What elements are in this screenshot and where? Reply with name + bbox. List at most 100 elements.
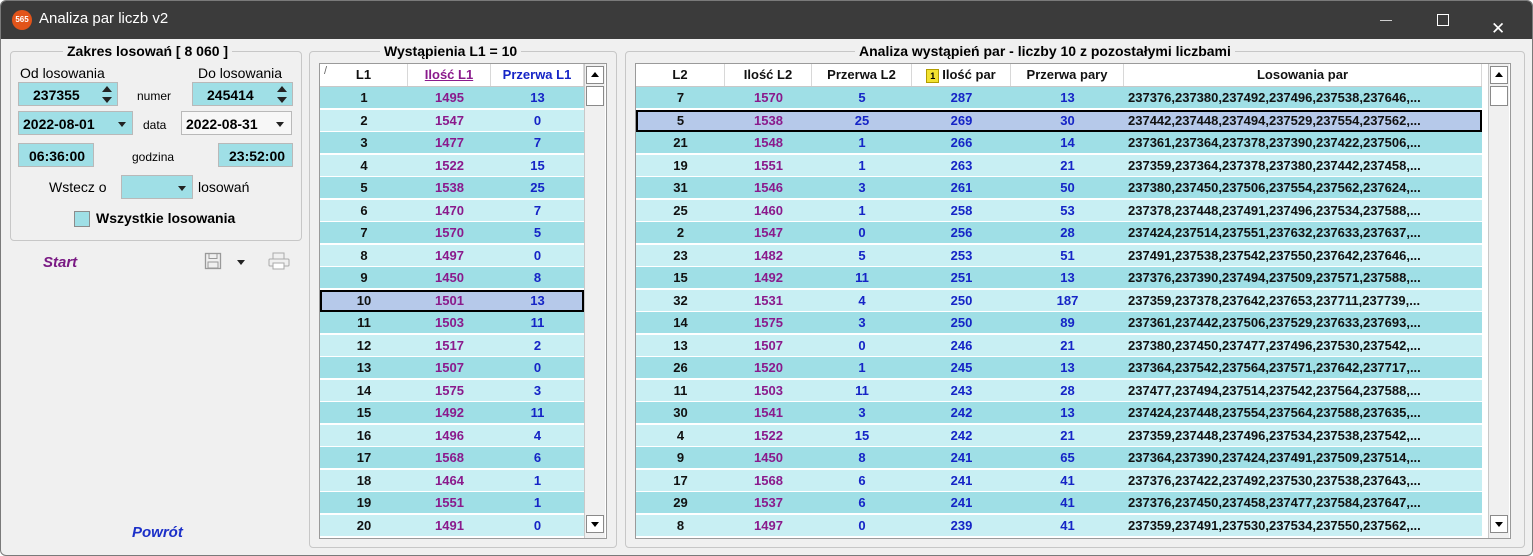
cell-gap-l2: 6 bbox=[858, 472, 866, 488]
occurrences-scrollbar[interactable] bbox=[584, 64, 605, 538]
occurrences-table[interactable]: / L1 Ilość L1 Przerwa L1 1 1495 13 2 1547 0 3 1… bbox=[319, 63, 607, 539]
occurrence-row[interactable]: 11 1503 11 bbox=[320, 312, 584, 334]
pair-row[interactable]: 5 1538 25 269 30 237442,237448,237494,237529,… bbox=[636, 109, 1482, 132]
cell-gap-l1: 13 bbox=[530, 90, 545, 105]
back-count-select[interactable] bbox=[121, 175, 193, 199]
col-header-l2[interactable]: L2 bbox=[636, 64, 725, 86]
cell-l1: 4 bbox=[360, 157, 368, 173]
pair-row[interactable]: 23 1482 5 253 51 237491,237538,237542,237550,… bbox=[636, 244, 1482, 267]
to-date-field[interactable]: 2022-08-31 bbox=[181, 111, 292, 135]
cell-gap-l1: 6 bbox=[533, 450, 542, 465]
close-button[interactable]: ✕ bbox=[1475, 1, 1521, 39]
cell-pair-gap: 51 bbox=[1060, 247, 1075, 263]
to-time-field[interactable]: 23:52:00 bbox=[218, 143, 293, 167]
from-date-field[interactable]: 2022-08-01 bbox=[18, 111, 133, 135]
occurrence-row[interactable]: 14 1575 3 bbox=[320, 379, 584, 402]
pair-row[interactable]: 4 1522 15 242 21 237359,237448,237496,237534,… bbox=[636, 424, 1482, 447]
maximize-button[interactable] bbox=[1419, 1, 1465, 39]
scroll-down-button[interactable] bbox=[586, 515, 604, 533]
from-number-spinner[interactable] bbox=[101, 85, 113, 105]
occurrence-row[interactable]: 9 1450 8 bbox=[320, 267, 584, 289]
minimize-button[interactable] bbox=[1363, 1, 1409, 39]
cell-pair-draws: 237477,237494,237514,237542,237564,23758… bbox=[1128, 382, 1421, 398]
to-number-spinner[interactable] bbox=[276, 85, 288, 105]
cell-l1: 11 bbox=[357, 315, 371, 330]
occurrence-row[interactable]: 5 1538 25 bbox=[320, 177, 584, 199]
occurrence-row[interactable]: 4 1522 15 bbox=[320, 154, 584, 177]
occurrence-row[interactable]: 20 1491 0 bbox=[320, 514, 584, 537]
pair-row[interactable]: 17 1568 6 241 41 237376,237422,237492,237530,… bbox=[636, 469, 1482, 492]
pair-row[interactable]: 30 1541 3 242 13 237424,237448,237554,237564,… bbox=[636, 402, 1482, 424]
occurrence-row[interactable]: 15 1492 11 bbox=[320, 402, 584, 424]
col-header-l1[interactable]: L1 bbox=[320, 64, 408, 86]
occurrence-row[interactable]: 12 1517 2 bbox=[320, 334, 584, 357]
pairs-scrollbar[interactable] bbox=[1488, 64, 1509, 538]
to-number-field[interactable]: 245414 bbox=[192, 82, 293, 106]
occurrence-row[interactable]: 2 1547 0 bbox=[320, 109, 584, 132]
pair-row[interactable]: 13 1507 0 246 21 237380,237450,237477,237496,… bbox=[636, 334, 1482, 357]
occurrence-row[interactable]: 18 1464 1 bbox=[320, 469, 584, 492]
occurrence-row[interactable]: 6 1470 7 bbox=[320, 199, 584, 222]
occurrence-row[interactable]: 7 1570 5 bbox=[320, 222, 584, 244]
col-header-gap-l2[interactable]: Przerwa L2 bbox=[812, 64, 912, 86]
occurrence-row[interactable]: 17 1568 6 bbox=[320, 447, 584, 469]
scroll-thumb[interactable] bbox=[1490, 86, 1508, 106]
cell-count-l2: 1551 bbox=[754, 157, 783, 173]
cell-l2: 15 bbox=[673, 270, 688, 285]
pairs-table[interactable]: L2 Ilość L2 Przerwa L2 1 Ilość par Przerw… bbox=[635, 63, 1511, 539]
occurrence-row[interactable]: 19 1551 1 bbox=[320, 492, 584, 514]
pair-row[interactable]: 19 1551 1 263 21 237359,237364,237378,237380,… bbox=[636, 154, 1482, 177]
to-time-value: 23:52:00 bbox=[229, 148, 286, 164]
pair-row[interactable]: 14 1575 3 250 89 237361,237442,237506,237529,… bbox=[636, 312, 1482, 334]
pair-row[interactable]: 29 1537 6 241 41 237376,237450,237458,237477,… bbox=[636, 492, 1482, 514]
col-header-pair-count[interactable]: 1 Ilość par bbox=[912, 64, 1011, 86]
occurrence-row[interactable]: 16 1496 4 bbox=[320, 424, 584, 447]
col-header-count-l2[interactable]: Ilość L2 bbox=[725, 64, 812, 86]
pair-row[interactable]: 31 1546 3 261 50 237380,237450,237506,237554,… bbox=[636, 177, 1482, 199]
hour-label: godzina bbox=[132, 150, 175, 164]
pair-row[interactable]: 9 1450 8 241 65 237364,237390,237424,237491,2… bbox=[636, 447, 1482, 469]
col-header-pair-gap[interactable]: Przerwa pary bbox=[1011, 64, 1124, 86]
cell-l1: 2 bbox=[360, 112, 368, 128]
col-header-count-l1[interactable]: Ilość L1 bbox=[408, 64, 491, 86]
scroll-up-button[interactable] bbox=[586, 66, 604, 84]
col-header-gap-l1[interactable]: Przerwa L1 bbox=[491, 64, 584, 86]
all-draws-checkbox[interactable] bbox=[74, 211, 90, 227]
occurrence-row[interactable]: 10 1501 13 bbox=[320, 289, 584, 312]
occurrence-row[interactable]: 13 1507 0 bbox=[320, 357, 584, 379]
scroll-down-button[interactable] bbox=[1490, 515, 1508, 533]
back-button[interactable]: Powrót bbox=[132, 524, 183, 541]
scroll-thumb[interactable] bbox=[586, 86, 604, 106]
start-button[interactable]: Start bbox=[43, 254, 77, 271]
from-number-field[interactable]: 237355 bbox=[18, 82, 118, 106]
cell-count-l1: 1492 bbox=[435, 405, 464, 420]
cell-count-l2: 1548 bbox=[754, 135, 783, 150]
scroll-up-button[interactable] bbox=[1490, 66, 1508, 84]
occurrence-row[interactable]: 1 1495 13 bbox=[320, 87, 584, 109]
cell-gap-l2: 1 bbox=[858, 157, 866, 173]
pair-row[interactable]: 32 1531 4 250 187 237359,237378,237642,237653… bbox=[636, 289, 1482, 312]
pair-row[interactable]: 26 1520 1 245 13 237364,237542,237564,237571,… bbox=[636, 357, 1482, 379]
pair-row[interactable]: 15 1492 11 251 13 237376,237390,237494,237509… bbox=[636, 267, 1482, 289]
from-time-field[interactable]: 06:36:00 bbox=[18, 143, 94, 167]
occurrences-header: / L1 Ilość L1 Przerwa L1 bbox=[320, 64, 584, 87]
cell-l2: 9 bbox=[676, 450, 685, 465]
pair-row[interactable]: 11 1503 11 243 28 237477,237494,237514,237542… bbox=[636, 379, 1482, 402]
save-dropdown-icon[interactable] bbox=[237, 260, 245, 265]
cell-gap-l2: 1 bbox=[858, 202, 866, 218]
pair-row[interactable]: 2 1547 0 256 28 237424,237514,237551,237632,2… bbox=[636, 222, 1482, 244]
pair-row[interactable]: 7 1570 5 287 13 237376,237380,237492,237496,2… bbox=[636, 87, 1482, 109]
cell-pair-gap: 21 bbox=[1060, 337, 1075, 353]
pair-row[interactable]: 21 1548 1 266 14 237361,237364,237378,237390,… bbox=[636, 132, 1482, 154]
cell-pair-draws: 237359,237448,237496,237534,237538,23754… bbox=[1128, 427, 1421, 443]
pair-row[interactable]: 8 1497 0 239 41 237359,237491,237530,237534,2… bbox=[636, 514, 1482, 537]
save-button[interactable] bbox=[204, 252, 222, 270]
occurrence-row[interactable]: 8 1497 0 bbox=[320, 244, 584, 267]
occurrence-row[interactable]: 3 1477 7 bbox=[320, 132, 584, 154]
pair-row[interactable]: 25 1460 1 258 53 237378,237448,237491,237496,… bbox=[636, 199, 1482, 222]
from-date-value: 2022-08-01 bbox=[23, 116, 95, 132]
cell-count-l2: 1460 bbox=[754, 202, 783, 218]
cell-l1: 17 bbox=[356, 450, 372, 465]
print-button[interactable] bbox=[268, 252, 290, 270]
col-header-pair-draws[interactable]: Losowania par bbox=[1124, 64, 1482, 86]
